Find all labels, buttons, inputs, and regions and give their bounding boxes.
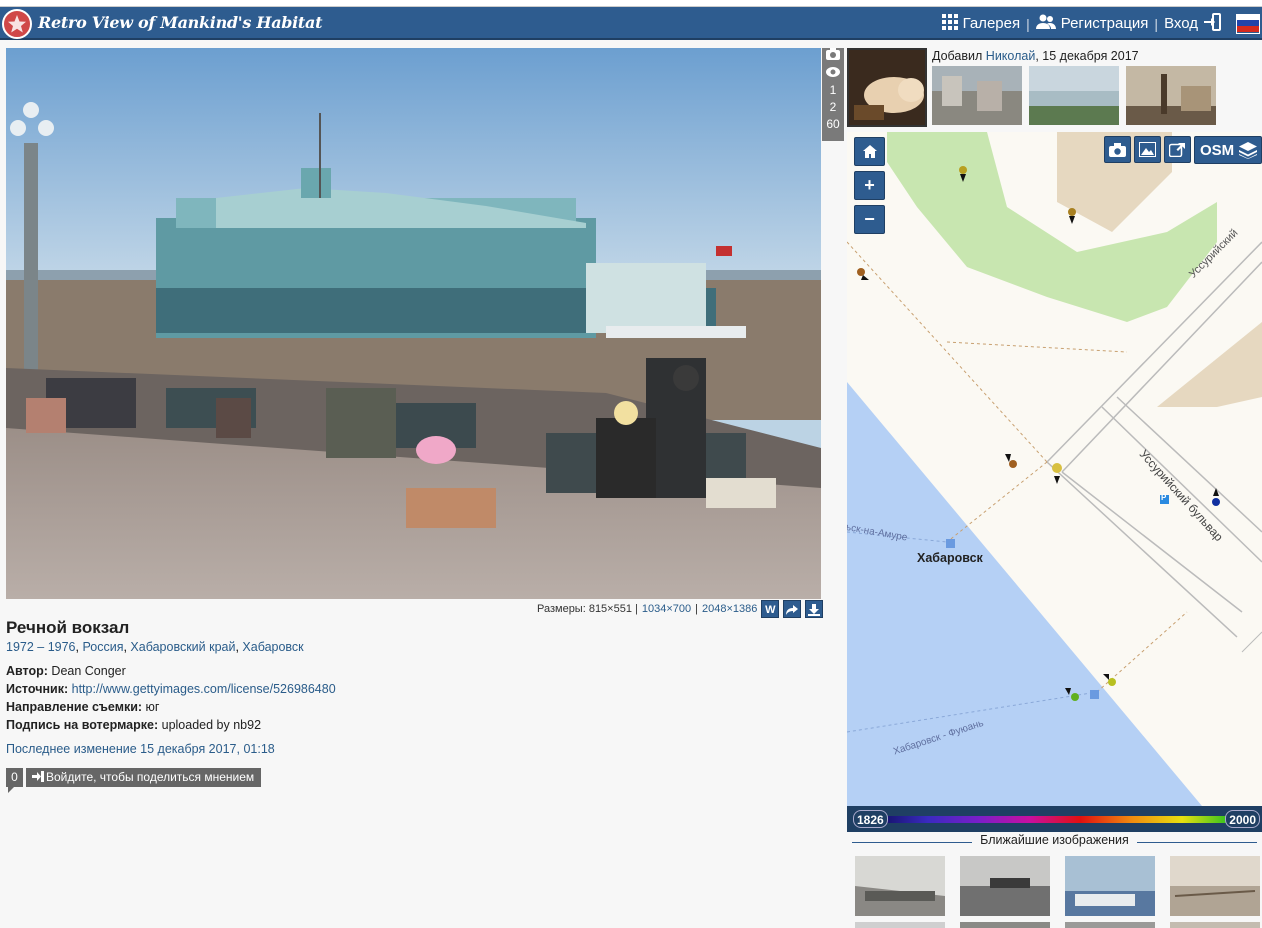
camera-icon xyxy=(822,48,844,65)
site-title[interactable]: Retro View of Mankind's Habitat xyxy=(38,13,322,32)
nearby-thumb[interactable] xyxy=(960,922,1050,928)
site-logo-icon[interactable] xyxy=(2,9,32,39)
photo-years-link[interactable]: 1972 – 1976 xyxy=(6,640,76,654)
share-square-icon xyxy=(1168,143,1185,158)
grid-icon xyxy=(941,13,958,34)
map-photo-mode-button[interactable] xyxy=(1104,136,1131,163)
sign-in-icon xyxy=(1203,12,1221,35)
map-zoom-out-button[interactable]: − xyxy=(854,205,885,234)
nearby-title: Ближайшие изображения xyxy=(847,833,1262,851)
image-icon xyxy=(1139,142,1156,157)
meta-direction: Направление съемки: юг xyxy=(6,700,159,714)
nav-gallery-label: Галерея xyxy=(962,15,1021,32)
stat-value: 1 xyxy=(829,83,837,97)
meta-watermark: Подпись на вотермарке: uploaded by nb92 xyxy=(6,718,261,732)
main-photo[interactable] xyxy=(6,48,821,599)
comment-count: 0 xyxy=(6,768,23,787)
download-icon xyxy=(808,604,821,616)
source-label: Источник: xyxy=(6,682,69,696)
uploader-name-link[interactable]: Николай xyxy=(986,49,1036,63)
related-thumb[interactable] xyxy=(1126,66,1216,125)
stat-value: 60 xyxy=(826,117,840,131)
photo-location: 1972 – 1976, Россия, Хабаровский край, Х… xyxy=(6,640,304,654)
map-image-mode-button[interactable] xyxy=(1134,136,1161,163)
author-label: Автор: xyxy=(6,664,48,678)
size-link-1034[interactable]: 1034×700 xyxy=(642,600,691,618)
map-direction-button[interactable] xyxy=(1164,136,1191,163)
comments-bar: 0 Войдите, чтобы поделиться мнением xyxy=(6,768,262,787)
nearby-thumb[interactable] xyxy=(1170,856,1260,916)
eye-icon xyxy=(822,65,844,82)
added-date: , 15 декабря 2017 xyxy=(1035,49,1139,63)
map-layer-label: OSM xyxy=(1200,142,1235,159)
map-view[interactable]: Уссурийский Уссурийский бульвар Хабаровс… xyxy=(847,132,1262,806)
camera-icon xyxy=(1109,143,1126,157)
nav-register[interactable]: Регистрация xyxy=(1030,7,1155,40)
year-range-slider[interactable]: 1826 2000 xyxy=(847,806,1262,832)
location-city-link[interactable]: Хабаровск xyxy=(242,640,303,654)
source-link[interactable]: http://www.gettyimages.com/license/52698… xyxy=(72,682,336,696)
map-layer-button[interactable]: OSM xyxy=(1194,136,1262,164)
location-region-link[interactable]: Хабаровский край xyxy=(130,640,235,654)
related-thumb[interactable] xyxy=(1029,66,1119,125)
year-gradient xyxy=(877,816,1233,823)
nearby-thumb[interactable] xyxy=(1170,922,1260,928)
added-by: Добавил Николай, 15 декабря 2017 xyxy=(932,49,1139,63)
photo-stats-panel: 1 2 60 xyxy=(822,48,844,141)
direction-value: юг xyxy=(145,700,160,714)
share-icon xyxy=(786,605,799,615)
watermark-label: Подпись на вотермарке: xyxy=(6,718,159,732)
nearby-thumb[interactable] xyxy=(960,856,1050,916)
nearby-thumb[interactable] xyxy=(855,856,945,916)
site-header: Retro View of Mankind's Habitat Галерея … xyxy=(0,7,1262,40)
nav-register-label: Регистрация xyxy=(1060,15,1149,32)
related-thumb[interactable] xyxy=(932,66,1022,125)
nearby-thumb[interactable] xyxy=(855,922,945,928)
map-label-city: Хабаровск xyxy=(917,551,983,565)
size-link-2048[interactable]: 2048×1386 xyxy=(702,600,757,618)
comment-login-button[interactable]: Войдите, чтобы поделиться мнением xyxy=(26,768,262,787)
nav-gallery[interactable]: Галерея xyxy=(936,7,1027,40)
comment-login-label: Войдите, чтобы поделиться мнением xyxy=(46,770,255,784)
author-value: Dean Conger xyxy=(51,664,126,678)
home-icon xyxy=(862,145,877,158)
language-flag-ru[interactable] xyxy=(1236,13,1260,34)
stat-value: 2 xyxy=(829,100,837,114)
comment-bubble-tail xyxy=(8,787,14,793)
watermark-value: uploaded by nb92 xyxy=(161,718,262,732)
year-max-handle[interactable]: 2000 xyxy=(1225,810,1260,828)
main-nav: Галерея | Регистрация | Вход xyxy=(936,7,1262,40)
nearby-thumb[interactable] xyxy=(1065,922,1155,928)
layers-icon xyxy=(1239,142,1257,159)
nav-login-label: Вход xyxy=(1164,15,1198,32)
direction-label: Направление съемки: xyxy=(6,700,143,714)
photo-title: Речной вокзал xyxy=(6,618,130,637)
map-home-button[interactable] xyxy=(854,137,885,166)
sizes-label: Размеры: 815×551 | xyxy=(537,603,638,615)
share-button[interactable] xyxy=(783,600,802,618)
nav-login[interactable]: Вход xyxy=(1158,7,1232,40)
year-min-handle[interactable]: 1826 xyxy=(853,810,888,828)
meta-author: Автор: Dean Conger xyxy=(6,664,126,678)
added-by-prefix: Добавил xyxy=(932,49,983,63)
nearby-thumb[interactable] xyxy=(1065,856,1155,916)
users-icon xyxy=(1035,14,1056,34)
uploader-avatar[interactable] xyxy=(847,48,927,127)
sizes-separator: | xyxy=(695,603,698,615)
map-canvas xyxy=(847,132,1262,806)
browser-tab-strip xyxy=(0,0,1262,7)
last-modified-link[interactable]: Последнее изменение 15 декабря 2017, 01:… xyxy=(6,742,275,756)
map-zoom-in-button[interactable]: + xyxy=(854,171,885,200)
location-country-link[interactable]: Россия xyxy=(82,640,123,654)
photo-sizes: Размеры: 815×551 | 1034×700 | 2048×1386 … xyxy=(537,600,824,618)
meta-source: Источник: http://www.gettyimages.com/lic… xyxy=(6,682,336,696)
nearby-title-label: Ближайшие изображения xyxy=(980,833,1129,847)
download-button[interactable] xyxy=(805,600,824,618)
map-label-parking: P xyxy=(1161,493,1167,502)
sign-in-icon xyxy=(32,771,44,782)
wiki-button[interactable]: W xyxy=(761,600,780,618)
